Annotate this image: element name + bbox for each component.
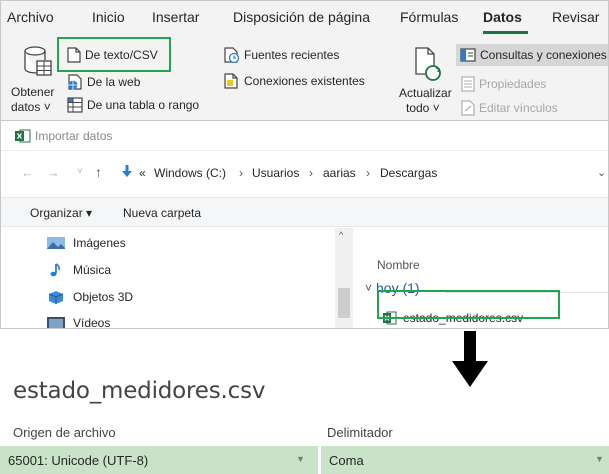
videos-folder-icon (47, 316, 65, 328)
excel-logo-icon (15, 129, 31, 143)
address-dropdown-icon[interactable]: ⌄ (597, 166, 606, 179)
tab-inicio[interactable]: Inicio (92, 9, 125, 25)
nav-item-label: Vídeos (73, 316, 111, 329)
recent-sources-button[interactable]: Fuentes recientes (224, 46, 339, 64)
active-tab-indicator (483, 31, 528, 34)
tab-formulas[interactable]: Fórmulas (400, 9, 458, 25)
breadcrumb-separator-icon: › (239, 166, 243, 180)
database-table-icon (24, 46, 52, 76)
properties-icon (461, 76, 475, 92)
table-range-icon (67, 97, 83, 113)
column-header-nombre[interactable]: Nombre (377, 258, 420, 272)
command-bar: Organizar ▾ Nueva carpeta (1, 197, 608, 227)
from-table-range-button[interactable]: De una tabla o rango (67, 96, 199, 114)
from-web-button[interactable]: De la web (67, 73, 140, 91)
breadcrumb-windows-c[interactable]: Windows (C:) (154, 166, 226, 180)
chevron-down-icon: ▼ (595, 454, 604, 464)
nav-item-label: Imágenes (73, 236, 126, 250)
new-folder-button[interactable]: Nueva carpeta (123, 206, 201, 220)
recent-sources-icon (224, 47, 240, 63)
from-table-range-label: De una tabla o rango (87, 98, 200, 112)
back-arrow-icon[interactable]: ← (21, 165, 34, 180)
address-bar[interactable]: « Windows (C:) › Usuarios › aarias › Des… (115, 161, 608, 185)
tab-archivo[interactable]: Archivo (7, 9, 54, 25)
queries-connections-button[interactable]: Consultas y conexiones (456, 44, 608, 66)
breadcrumb-aarias[interactable]: aarias (323, 166, 356, 180)
scroll-up-arrow-icon[interactable]: ^ (339, 230, 343, 240)
down-arrow-icon (452, 331, 488, 387)
nav-item-imagenes[interactable]: Imágenes (47, 234, 126, 252)
recent-locations-chevron-icon[interactable]: ˅ (77, 166, 83, 177)
refresh-all-label-line1: Actualizar (399, 86, 452, 100)
navigation-scrollbar[interactable]: ^ (335, 228, 353, 328)
existing-connections-button[interactable]: Conexiones existentes (224, 72, 365, 90)
web-page-icon (68, 74, 82, 90)
up-arrow-icon[interactable]: ↑ (95, 164, 102, 180)
recent-sources-label: Fuentes recientes (244, 48, 340, 62)
forward-arrow-icon[interactable]: → (47, 165, 60, 180)
tab-datos[interactable]: Datos (483, 9, 522, 25)
nav-item-label: Música (73, 263, 112, 277)
pictures-folder-icon (47, 237, 65, 249)
nav-item-musica[interactable]: Música (47, 261, 111, 279)
edit-links-button[interactable]: Editar vínculos (461, 99, 558, 117)
preview-file-title: estado_medidores.csv (13, 378, 266, 404)
nav-item-label: Objetos 3D (73, 290, 134, 304)
edit-links-icon (461, 100, 475, 116)
existing-connections-label: Conexiones existentes (244, 74, 365, 88)
file-origin-select[interactable]: 65001: Unicode (UTF-8) ▼ (0, 446, 318, 474)
titlebar-divider (1, 150, 608, 151)
chevron-down-icon: ˅ (365, 281, 373, 295)
nav-item-objetos-3d[interactable]: Objetos 3D (47, 288, 133, 306)
nav-item-videos[interactable]: Vídeos (47, 314, 111, 329)
properties-button[interactable]: Propiedades (461, 75, 546, 93)
music-folder-icon (50, 263, 60, 277)
scrollbar-thumb[interactable] (338, 288, 350, 318)
queries-connections-label: Consultas y conexiones (480, 48, 607, 62)
breadcrumb-usuarios[interactable]: Usuarios (252, 166, 299, 180)
get-data-label-line1: Obtener (11, 85, 55, 99)
refresh-document-icon (415, 47, 441, 81)
delimiter-value: Coma (329, 453, 364, 468)
navigation-pane: Imágenes Música Objetos 3D Vídeos (1, 228, 353, 329)
delimiter-label: Delimitador (327, 425, 393, 440)
highlight-from-text-csv (57, 37, 171, 72)
breadcrumb-descargas[interactable]: Descargas (380, 166, 437, 180)
queries-connections-icon (460, 48, 476, 62)
edit-links-label: Editar vínculos (479, 101, 558, 115)
breadcrumb-overflow[interactable]: « (139, 166, 146, 180)
get-data-label-line2: datos ˅ (11, 100, 51, 114)
file-origin-value: 65001: Unicode (UTF-8) (8, 453, 149, 468)
downloads-arrow-icon (122, 165, 132, 177)
chevron-down-icon: ▼ (296, 454, 305, 464)
tab-disposicion[interactable]: Disposición de página (233, 9, 370, 25)
dialog-title: Importar datos (35, 129, 113, 143)
highlight-selected-file (377, 290, 560, 319)
properties-label: Propiedades (479, 77, 547, 91)
breadcrumb-separator-icon: › (309, 166, 313, 180)
refresh-all-label-line2: todo ˅ (406, 101, 440, 115)
tab-revisar[interactable]: Revisar (552, 9, 599, 25)
3d-objects-folder-icon (48, 291, 64, 304)
tab-insertar[interactable]: Insertar (152, 9, 199, 25)
organize-button[interactable]: Organizar ▾ (30, 206, 92, 220)
from-web-label: De la web (87, 75, 141, 89)
file-origin-label: Origen de archivo (13, 425, 116, 440)
breadcrumb-separator-icon: › (366, 166, 370, 180)
delimiter-select[interactable]: Coma ▼ (321, 446, 609, 474)
existing-connections-icon (224, 73, 238, 89)
